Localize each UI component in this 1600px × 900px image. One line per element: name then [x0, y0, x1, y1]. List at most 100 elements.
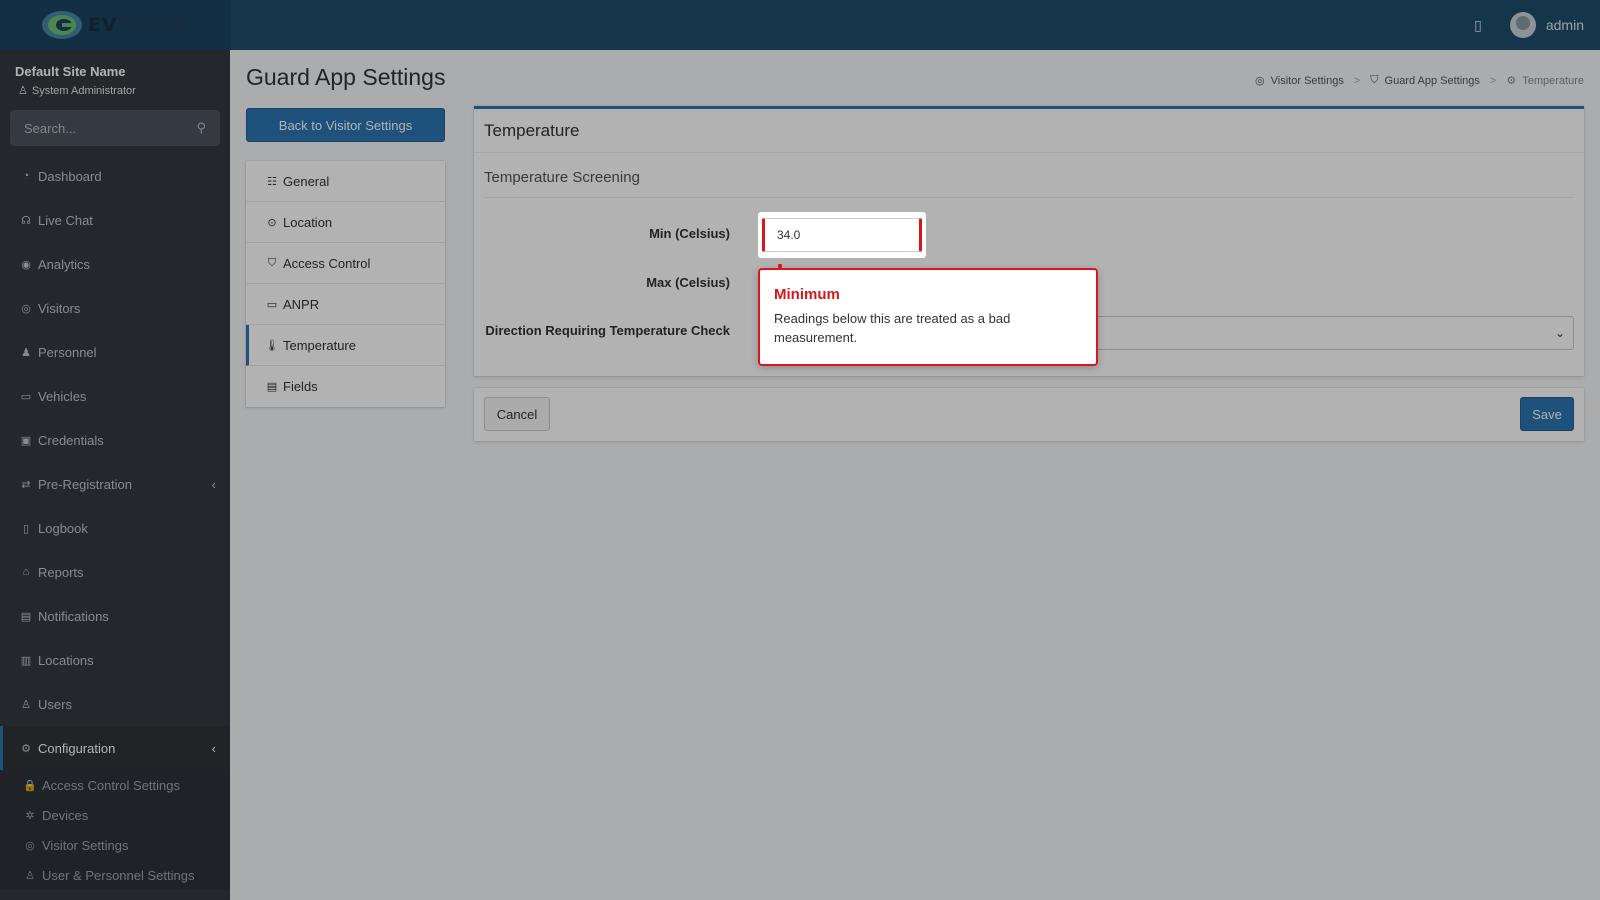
subitem-icon: ♙	[25, 869, 35, 882]
section-title: Temperature Screening	[484, 169, 640, 186]
sidebar: Default Site Name ♙ System Administrator…	[0, 50, 230, 900]
breadcrumb-guard-app-settings[interactable]: Guard App Settings	[1385, 75, 1480, 87]
sidebar-item-label: Credentials	[38, 432, 104, 448]
back-to-visitor-settings-button[interactable]: Back to Visitor Settings	[246, 108, 445, 142]
page-title: Guard App Settings	[246, 64, 446, 90]
user-name: admin	[1545, 17, 1584, 33]
sidebar-live-chat-icon: ☊	[21, 214, 31, 227]
settings-fields-icon: ▤	[266, 381, 278, 393]
divider	[484, 197, 1574, 198]
sidebar-personnel-icon: ♟	[21, 346, 31, 359]
sidebar-dashboard-icon: ◔	[22, 170, 30, 182]
settings-general-icon: ☷	[267, 175, 277, 188]
sidebar-subitem-access-control-settings[interactable]: 🔒 Access Control Settings	[0, 770, 230, 800]
sidebar-item-dashboard[interactable]: ◔ Dashboard	[0, 154, 230, 198]
sidebar-item-reports[interactable]: ⌂ Reports	[0, 550, 230, 594]
sidebar-item-analytics[interactable]: ◉ Analytics	[0, 242, 230, 286]
cancel-button[interactable]: Cancel	[484, 397, 550, 431]
sidebar-subitem-visitor-settings[interactable]: ◎ Visitor Settings	[0, 830, 230, 860]
eye-icon: ◎	[1255, 75, 1265, 87]
direction-label: Direction Requiring Temperature Check	[485, 323, 730, 338]
sidebar-notifications-icon: ▤	[20, 610, 32, 623]
sidebar-reports-icon: ⌂	[22, 566, 30, 578]
brand[interactable]: EVTRACK	[0, 0, 230, 50]
sidebar-item-label: Locations	[38, 652, 94, 668]
sidebar-item-visitors[interactable]: ◎ Visitors	[0, 286, 230, 330]
settings-tab-anpr[interactable]: ▭ ANPR	[246, 284, 445, 325]
chevron-left-icon: ‹	[211, 476, 216, 492]
user-icon: ♙	[18, 85, 28, 97]
sidebar-item-notifications[interactable]: ▤ Notifications	[0, 594, 230, 638]
sidebar-subitem-label: Devices	[42, 807, 89, 823]
sidebar-subitem-label: User & Personnel Settings	[42, 867, 195, 883]
search-icon[interactable]: ⚲	[196, 120, 206, 136]
settings-tab-label: General	[283, 173, 330, 189]
sidebar-item-label: Pre-Registration	[38, 476, 132, 492]
brand-text: EVTRACK	[88, 14, 186, 36]
sidebar-item-label: Notifications	[38, 608, 109, 624]
sidebar-item-logbook[interactable]: ▯ Logbook	[0, 506, 230, 550]
sidebar-search-input[interactable]: Search... ⚲	[10, 110, 220, 146]
settings-location-icon: ⊙	[267, 216, 277, 229]
sidebar-item-credentials[interactable]: ▣ Credentials	[0, 418, 230, 462]
sidebar-item-pre-registration[interactable]: ⇄ Pre-Registration ‹	[0, 462, 230, 506]
sidebar-item-live-chat[interactable]: ☊ Live Chat	[0, 198, 230, 242]
sidebar-item-configuration[interactable]: ⚙ Configuration ‹	[0, 726, 230, 770]
main-content: Guard App Settings ◎ Visitor Settings > …	[230, 50, 1600, 900]
gear-icon: ⚙	[1506, 75, 1517, 87]
sidebar-item-label: Visitors	[38, 300, 81, 316]
chevron-left-icon: ‹	[211, 740, 216, 756]
site-name: Default Site Name	[15, 64, 126, 79]
settings-tab-label: Location	[283, 214, 333, 230]
settings-tab-label: Temperature	[283, 337, 356, 353]
card-title: Temperature	[474, 109, 1584, 153]
breadcrumb-visitor-settings[interactable]: Visitor Settings	[1271, 75, 1344, 87]
sidebar-item-label: Live Chat	[38, 212, 93, 228]
tooltip-title: Minimum	[774, 286, 840, 303]
settings-tab-label: ANPR	[283, 296, 320, 312]
min-celsius-input[interactable]: 34.0	[762, 218, 922, 252]
sidebar-vehicles-icon: ▭	[20, 390, 32, 403]
book-icon[interactable]: ▯	[1474, 17, 1482, 34]
direction-select[interactable]: ⌄	[1094, 316, 1574, 350]
sidebar-item-users[interactable]: ♙ Users	[0, 682, 230, 726]
sidebar-item-label: Analytics	[38, 256, 91, 272]
user-menu[interactable]: admin	[1509, 12, 1584, 38]
settings-tab-temperature[interactable]: 🌡 Temperature	[246, 325, 445, 366]
sidebar-configuration-icon: ⚙	[21, 742, 31, 755]
sidebar-pre-registration-icon: ⇄	[21, 478, 31, 491]
sidebar-item-label: Reports	[38, 564, 84, 580]
user-role: ♙ System Administrator	[18, 84, 136, 98]
sidebar-item-vehicles[interactable]: ▭ Vehicles	[0, 374, 230, 418]
settings-menu: ☷ General ⊙ Location ⛉ Access Control ▭ ANPR 🌡 Te…	[246, 161, 445, 407]
sidebar-subitem-label: Access Control Settings	[42, 777, 181, 793]
settings-tab-label: Fields	[283, 379, 318, 394]
settings-tab-label: Access Control	[283, 255, 371, 271]
evtrack-logo-icon	[40, 10, 84, 40]
sidebar-item-locations[interactable]: ▥ Locations	[0, 638, 230, 682]
sidebar-analytics-icon: ◉	[21, 258, 31, 271]
subitem-icon: ◎	[25, 839, 35, 852]
sidebar-subitem-user-personnel-settings[interactable]: ♙ User & Personnel Settings	[0, 860, 230, 890]
sidebar-credentials-icon: ▣	[20, 434, 32, 447]
settings-tab-fields[interactable]: ▤ Fields	[246, 366, 445, 407]
settings-access-control-icon: ⛉	[267, 256, 277, 269]
settings-tab-access-control[interactable]: ⛉ Access Control	[246, 243, 445, 284]
settings-tab-general[interactable]: ☷ General	[246, 161, 445, 202]
form-footer: Cancel Save	[474, 388, 1584, 441]
sidebar-visitors-icon: ◎	[21, 302, 31, 315]
sidebar-item-label: Configuration	[38, 740, 116, 756]
sidebar-subitem-label: Visitor Settings	[42, 837, 129, 853]
sidebar-subitem-devices[interactable]: ✲ Devices	[0, 800, 230, 830]
shield-icon: ⛉	[1370, 74, 1379, 86]
sidebar-item-label: Vehicles	[38, 388, 87, 404]
subitem-icon: 🔒	[23, 779, 37, 792]
subitem-icon: ✲	[25, 809, 35, 822]
settings-tab-location[interactable]: ⊙ Location	[246, 202, 445, 243]
sidebar-item-personnel[interactable]: ♟ Personnel	[0, 330, 230, 374]
sidebar-item-label: Logbook	[38, 520, 88, 536]
sidebar-item-label: Dashboard	[38, 168, 102, 184]
max-celsius-label: Max (Celsius)	[646, 275, 730, 290]
save-button[interactable]: Save	[1520, 397, 1574, 431]
breadcrumb: ◎ Visitor Settings > ⛉ Guard App Setting…	[1255, 74, 1584, 87]
